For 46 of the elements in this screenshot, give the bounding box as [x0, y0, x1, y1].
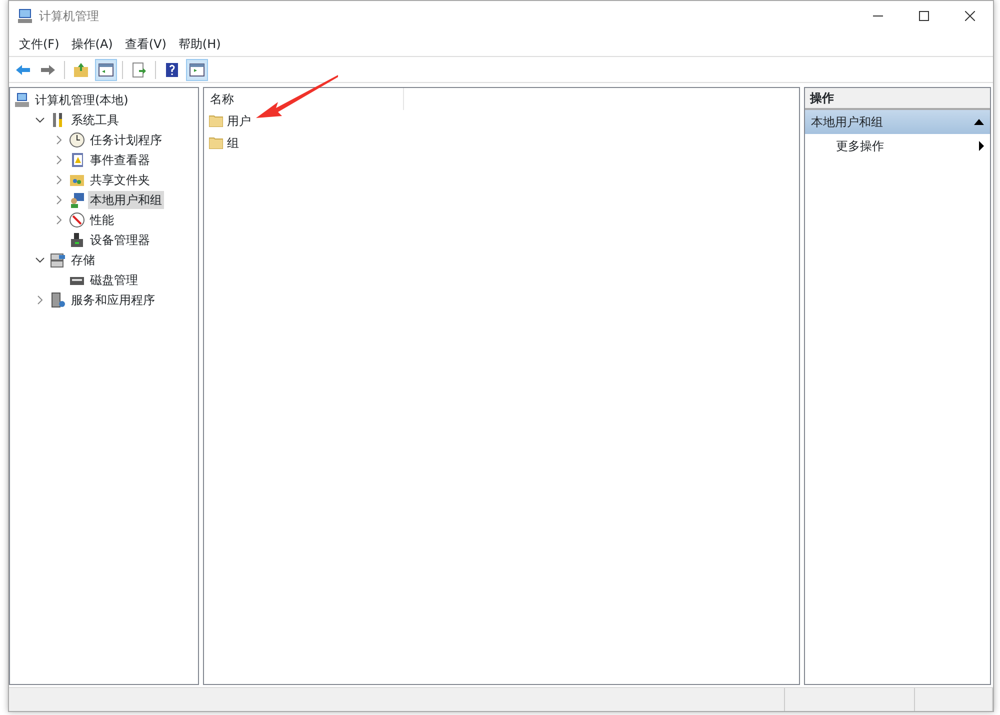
tree-item[interactable]: 服务和应用程序: [69, 291, 157, 309]
menu-item[interactable]: 查看(V): [118, 34, 172, 52]
event-log-icon: [69, 152, 85, 168]
folder-icon: [209, 115, 223, 127]
action-item[interactable]: 更多操作: [805, 134, 990, 158]
tree-item[interactable]: 本地用户和组: [88, 191, 164, 209]
shared-folder-icon: [69, 172, 85, 188]
toolbar-button[interactable]: [95, 58, 117, 80]
menu-item[interactable]: 操作(A): [65, 34, 119, 52]
actions-section-header[interactable]: 本地用户和组: [805, 110, 990, 134]
list-item[interactable]: 用户: [227, 112, 251, 130]
maximize-icon: [919, 11, 929, 21]
menu-item[interactable]: 帮助(H): [172, 34, 227, 52]
close-icon: [965, 11, 975, 21]
folder-up-icon: [73, 62, 89, 78]
tree-item[interactable]: 设备管理器: [88, 231, 152, 249]
users-icon: [69, 192, 85, 208]
clock-icon: [69, 132, 85, 148]
list-item[interactable]: 组: [227, 134, 239, 152]
storage-icon: [50, 252, 66, 268]
toolbar-button[interactable]: [186, 58, 208, 80]
tree-item[interactable]: 任务计划程序: [88, 131, 164, 149]
action-label: 更多操作: [836, 138, 884, 155]
tree-item[interactable]: 计算机管理(本地): [33, 91, 130, 109]
help-icon: [164, 62, 180, 78]
window-title: 计算机管理: [39, 8, 99, 25]
section-title: 本地用户和组: [811, 114, 883, 131]
tree-item[interactable]: 性能: [88, 211, 116, 229]
tree-item[interactable]: 共享文件夹: [88, 171, 152, 189]
submenu-arrow-icon: [979, 141, 984, 151]
tree-item[interactable]: 磁盘管理: [88, 271, 140, 289]
tree-item[interactable]: 存储: [69, 251, 97, 269]
computer-icon: [17, 8, 33, 24]
column-header[interactable]: 名称: [204, 88, 404, 110]
actions-header: 操作: [805, 88, 990, 110]
collapse-triangle-icon[interactable]: [974, 119, 984, 125]
folder-icon: [209, 137, 223, 149]
computer-icon: [14, 92, 30, 108]
pane-toggle-icon: [189, 62, 205, 78]
server-icon: [50, 292, 66, 308]
tree-item[interactable]: 系统工具: [69, 111, 121, 129]
export-icon: [131, 62, 147, 78]
menu-item[interactable]: 文件(F): [13, 34, 66, 52]
tree-item[interactable]: 事件查看器: [88, 151, 152, 169]
pane-toggle-icon: [98, 62, 114, 78]
device-icon: [69, 232, 85, 248]
